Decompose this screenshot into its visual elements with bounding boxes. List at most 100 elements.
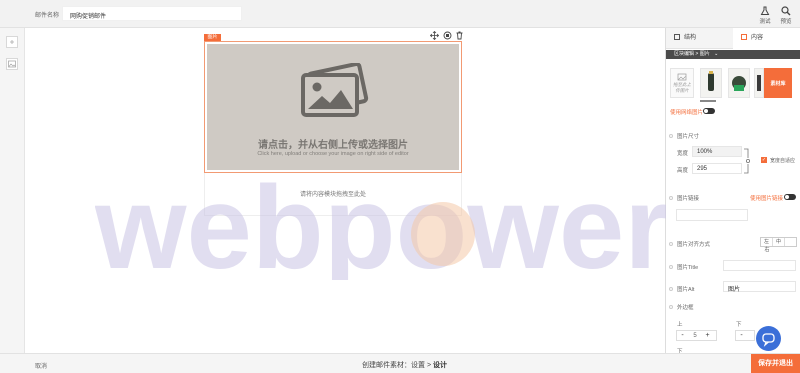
thumbnail-3[interactable] [754, 68, 764, 98]
image-alt-text: 图片Alt [677, 287, 695, 293]
image-size-label: 图片尺寸 [669, 132, 699, 140]
align-center-button[interactable]: 中 [773, 238, 785, 246]
image-title-input[interactable] [723, 260, 796, 271]
thumbnail-2[interactable] [728, 68, 750, 98]
chat-button[interactable] [756, 326, 781, 351]
image-block[interactable]: 请点击，并从右侧上传或选择图片 Click here, upload or ch… [204, 41, 462, 173]
image-title-label: 图片Title [669, 263, 698, 271]
search-icon [779, 6, 793, 16]
top-bar: 邮件名称 网购促销邮件 测试 预览 [0, 0, 800, 28]
use-image-link-label: 使用图片链接 [750, 196, 784, 202]
width-label: 宽度 [677, 151, 689, 157]
link-ratio-icon[interactable] [744, 148, 750, 174]
align-left-button[interactable]: 左 [761, 238, 773, 246]
drop-hint: 请将内容模块拖拽至此处 [299, 192, 366, 198]
image-size-text: 图片尺寸 [677, 134, 700, 140]
image-link-text: 图片链接 [677, 196, 700, 202]
chat-icon [762, 333, 775, 347]
chevron-down-icon: ⌄ [714, 51, 719, 57]
add-block-button[interactable] [6, 36, 18, 48]
margin-label: 外边框 [669, 303, 694, 311]
save-exit-button[interactable]: 保存并退出 [751, 354, 800, 373]
image-alt-label: 图片Alt [669, 285, 694, 293]
thumbnail-scrollbar[interactable] [700, 100, 716, 102]
upload-label: 拖至此上传图片 [673, 82, 691, 93]
section-header[interactable]: 区块编辑 > 图片 ⌄ [666, 50, 800, 59]
test-button[interactable]: 测试 [758, 6, 772, 25]
use-image-link-toggle[interactable] [784, 194, 796, 200]
section-title: 区块编辑 > 图片 [674, 51, 710, 57]
align-right-button[interactable]: 右 [761, 246, 773, 254]
decrement-button[interactable]: - [677, 331, 688, 340]
preview-label: 预览 [780, 19, 792, 25]
radio-icon [669, 305, 673, 309]
bottom-bar: 取消 创建邮件素材：设置 > 设计 保存并退出 [0, 353, 800, 373]
plus-icon [10, 40, 14, 44]
preview-button[interactable]: 预览 [779, 6, 793, 25]
tab-content[interactable]: 内容 [733, 28, 800, 49]
image-thumbnails: 拖至此上传图片 素材库 [670, 68, 798, 102]
panel-tabs: 结构 内容 [666, 28, 800, 49]
grid-icon [674, 34, 680, 40]
image-link-label: 图片链接 [669, 194, 699, 202]
block-toolbar [429, 30, 466, 42]
align-button-group: 左 中 右 [760, 237, 797, 253]
trash-icon[interactable] [455, 31, 464, 40]
image-placeholder-subtitle: Click here, upload or choose your image … [257, 151, 409, 157]
margin-top-value[interactable]: 5 [688, 332, 702, 341]
image-title-text: 图片Title [677, 265, 699, 271]
thumbnail-1[interactable] [700, 68, 722, 98]
flask-icon [758, 6, 772, 16]
cancel-button[interactable]: 取消 [35, 361, 47, 370]
breadcrumb: 创建邮件素材：设置 > 设计 [362, 360, 447, 370]
image-icon [8, 60, 16, 68]
image-alt-input[interactable]: 图片 [723, 281, 796, 293]
image-placeholder[interactable]: 请点击，并从右侧上传或选择图片 Click here, upload or ch… [207, 44, 459, 170]
radio-icon [669, 242, 673, 246]
content-icon [741, 34, 747, 40]
copy-icon[interactable] [443, 31, 452, 40]
margin-top-label: 上 [677, 322, 683, 328]
mail-name-label: 邮件名称 [35, 13, 60, 19]
product-thumbnail [755, 69, 763, 97]
content-drop-zone[interactable]: 请将内容模块拖拽至此处 [204, 173, 462, 216]
left-toolbar [0, 28, 25, 353]
margin-bottom-label: 下 [736, 322, 742, 328]
upload-drop-area[interactable]: 拖至此上传图片 [670, 68, 694, 98]
decrement-button[interactable]: - [736, 331, 747, 340]
breadcrumb-prefix: 创建邮件素材：设置 > [362, 362, 433, 369]
product-thumbnail [729, 69, 749, 97]
auto-width-checkbox[interactable]: ✓ [761, 157, 767, 163]
tab-content-label: 内容 [751, 35, 764, 41]
image-placeholder-title: 请点击，并从右侧上传或选择图片 [258, 140, 408, 151]
width-input[interactable]: 100% [692, 146, 742, 157]
image-align-label: 图片对齐方式 [669, 240, 710, 248]
increment-button[interactable]: + [702, 331, 713, 340]
image-icon [677, 73, 687, 81]
move-icon[interactable] [429, 30, 440, 41]
mail-name-input[interactable]: 网购促销邮件 [62, 6, 242, 21]
product-thumbnail [701, 69, 721, 97]
image-link-input[interactable] [676, 209, 748, 221]
radio-icon [669, 287, 673, 291]
tab-structure-label: 结构 [684, 35, 697, 41]
margin-top-stepper: -5 + [676, 330, 717, 341]
auto-width-label: 宽度自适应 [770, 158, 796, 164]
margin-text: 外边框 [677, 305, 694, 311]
radio-icon [669, 265, 673, 269]
margin-bottom-stepper: - [735, 330, 755, 341]
radio-icon [669, 196, 673, 200]
tab-structure[interactable]: 结构 [666, 28, 733, 49]
image-block-tag: 图片 [204, 34, 221, 41]
image-align-text: 图片对齐方式 [677, 242, 711, 248]
image-block-button[interactable] [6, 58, 18, 70]
use-web-image-toggle[interactable] [703, 108, 715, 114]
height-label: 高度 [677, 168, 689, 174]
height-input[interactable]: 295 [692, 163, 742, 174]
image-placeholder-icon [301, 63, 369, 117]
use-web-image-label: 使用网络图片 [670, 110, 704, 116]
asset-library-button[interactable]: 素材库 [764, 68, 792, 98]
test-label: 测试 [759, 19, 771, 25]
radio-icon [669, 134, 673, 138]
breadcrumb-current: 设计 [432, 362, 447, 369]
